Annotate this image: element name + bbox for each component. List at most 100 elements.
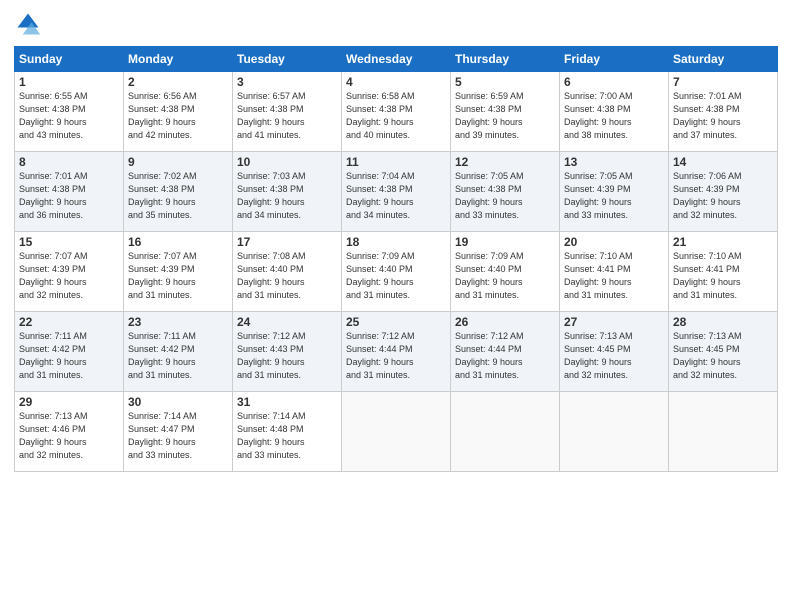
day-number: 4 (346, 75, 446, 89)
weekday-header-wednesday: Wednesday (342, 47, 451, 72)
daylight-line2: and 32 minutes. (673, 369, 773, 382)
sunrise-text: Sunrise: 7:05 AM (564, 170, 664, 183)
daylight-line1: Daylight: 9 hours (237, 116, 337, 129)
daylight-line2: and 33 minutes. (564, 209, 664, 222)
day-info: Sunrise: 7:13 AMSunset: 4:45 PMDaylight:… (564, 330, 664, 382)
daylight-line1: Daylight: 9 hours (237, 196, 337, 209)
sunset-text: Sunset: 4:38 PM (237, 183, 337, 196)
day-number: 16 (128, 235, 228, 249)
sunset-text: Sunset: 4:38 PM (673, 103, 773, 116)
daylight-line2: and 31 minutes. (128, 289, 228, 302)
day-number: 12 (455, 155, 555, 169)
calendar-cell: 22Sunrise: 7:11 AMSunset: 4:42 PMDayligh… (15, 312, 124, 392)
daylight-line1: Daylight: 9 hours (19, 116, 119, 129)
daylight-line1: Daylight: 9 hours (128, 436, 228, 449)
day-number: 31 (237, 395, 337, 409)
calendar-cell (560, 392, 669, 472)
day-info: Sunrise: 7:10 AMSunset: 4:41 PMDaylight:… (564, 250, 664, 302)
sunset-text: Sunset: 4:41 PM (564, 263, 664, 276)
sunset-text: Sunset: 4:44 PM (346, 343, 446, 356)
sunset-text: Sunset: 4:38 PM (346, 103, 446, 116)
day-info: Sunrise: 7:00 AMSunset: 4:38 PMDaylight:… (564, 90, 664, 142)
sunset-text: Sunset: 4:38 PM (128, 183, 228, 196)
daylight-line1: Daylight: 9 hours (346, 276, 446, 289)
calendar-cell: 4Sunrise: 6:58 AMSunset: 4:38 PMDaylight… (342, 72, 451, 152)
day-number: 26 (455, 315, 555, 329)
calendar-week-5: 29Sunrise: 7:13 AMSunset: 4:46 PMDayligh… (15, 392, 778, 472)
calendar-cell (669, 392, 778, 472)
calendar-cell: 27Sunrise: 7:13 AMSunset: 4:45 PMDayligh… (560, 312, 669, 392)
daylight-line1: Daylight: 9 hours (455, 116, 555, 129)
daylight-line1: Daylight: 9 hours (19, 436, 119, 449)
day-number: 11 (346, 155, 446, 169)
calendar-cell: 15Sunrise: 7:07 AMSunset: 4:39 PMDayligh… (15, 232, 124, 312)
sunrise-text: Sunrise: 7:10 AM (673, 250, 773, 263)
day-number: 1 (19, 75, 119, 89)
daylight-line1: Daylight: 9 hours (237, 436, 337, 449)
sunrise-text: Sunrise: 7:09 AM (455, 250, 555, 263)
day-info: Sunrise: 6:55 AMSunset: 4:38 PMDaylight:… (19, 90, 119, 142)
day-info: Sunrise: 7:05 AMSunset: 4:38 PMDaylight:… (455, 170, 555, 222)
calendar-cell: 30Sunrise: 7:14 AMSunset: 4:47 PMDayligh… (124, 392, 233, 472)
sunset-text: Sunset: 4:39 PM (673, 183, 773, 196)
sunrise-text: Sunrise: 7:13 AM (564, 330, 664, 343)
calendar-body: 1Sunrise: 6:55 AMSunset: 4:38 PMDaylight… (15, 72, 778, 472)
daylight-line2: and 32 minutes. (19, 449, 119, 462)
page: SundayMondayTuesdayWednesdayThursdayFrid… (0, 0, 792, 612)
sunrise-text: Sunrise: 6:59 AM (455, 90, 555, 103)
weekday-header-monday: Monday (124, 47, 233, 72)
day-number: 17 (237, 235, 337, 249)
daylight-line1: Daylight: 9 hours (673, 116, 773, 129)
day-info: Sunrise: 7:14 AMSunset: 4:47 PMDaylight:… (128, 410, 228, 462)
sunrise-text: Sunrise: 7:09 AM (346, 250, 446, 263)
calendar-table: SundayMondayTuesdayWednesdayThursdayFrid… (14, 46, 778, 472)
calendar-cell: 16Sunrise: 7:07 AMSunset: 4:39 PMDayligh… (124, 232, 233, 312)
sunset-text: Sunset: 4:38 PM (564, 103, 664, 116)
day-number: 5 (455, 75, 555, 89)
day-info: Sunrise: 7:11 AMSunset: 4:42 PMDaylight:… (19, 330, 119, 382)
daylight-line2: and 38 minutes. (564, 129, 664, 142)
day-number: 2 (128, 75, 228, 89)
daylight-line1: Daylight: 9 hours (346, 356, 446, 369)
sunrise-text: Sunrise: 6:55 AM (19, 90, 119, 103)
day-info: Sunrise: 7:01 AMSunset: 4:38 PMDaylight:… (19, 170, 119, 222)
sunset-text: Sunset: 4:38 PM (19, 183, 119, 196)
daylight-line2: and 32 minutes. (564, 369, 664, 382)
daylight-line1: Daylight: 9 hours (564, 356, 664, 369)
daylight-line2: and 43 minutes. (19, 129, 119, 142)
day-number: 6 (564, 75, 664, 89)
daylight-line2: and 34 minutes. (346, 209, 446, 222)
daylight-line2: and 37 minutes. (673, 129, 773, 142)
daylight-line2: and 33 minutes. (455, 209, 555, 222)
sunset-text: Sunset: 4:48 PM (237, 423, 337, 436)
calendar-cell: 5Sunrise: 6:59 AMSunset: 4:38 PMDaylight… (451, 72, 560, 152)
daylight-line1: Daylight: 9 hours (128, 276, 228, 289)
day-info: Sunrise: 6:59 AMSunset: 4:38 PMDaylight:… (455, 90, 555, 142)
day-number: 7 (673, 75, 773, 89)
sunrise-text: Sunrise: 7:05 AM (455, 170, 555, 183)
sunrise-text: Sunrise: 7:14 AM (237, 410, 337, 423)
day-number: 21 (673, 235, 773, 249)
daylight-line2: and 31 minutes. (346, 289, 446, 302)
daylight-line2: and 42 minutes. (128, 129, 228, 142)
day-info: Sunrise: 7:13 AMSunset: 4:46 PMDaylight:… (19, 410, 119, 462)
day-info: Sunrise: 7:12 AMSunset: 4:44 PMDaylight:… (455, 330, 555, 382)
logo-icon (14, 10, 42, 38)
calendar-cell: 12Sunrise: 7:05 AMSunset: 4:38 PMDayligh… (451, 152, 560, 232)
sunrise-text: Sunrise: 7:07 AM (128, 250, 228, 263)
day-info: Sunrise: 7:09 AMSunset: 4:40 PMDaylight:… (346, 250, 446, 302)
weekday-header-friday: Friday (560, 47, 669, 72)
sunrise-text: Sunrise: 7:07 AM (19, 250, 119, 263)
sunset-text: Sunset: 4:39 PM (128, 263, 228, 276)
day-number: 24 (237, 315, 337, 329)
calendar-cell: 9Sunrise: 7:02 AMSunset: 4:38 PMDaylight… (124, 152, 233, 232)
calendar-header: SundayMondayTuesdayWednesdayThursdayFrid… (15, 47, 778, 72)
daylight-line2: and 33 minutes. (237, 449, 337, 462)
calendar-cell: 31Sunrise: 7:14 AMSunset: 4:48 PMDayligh… (233, 392, 342, 472)
daylight-line2: and 31 minutes. (19, 369, 119, 382)
sunrise-text: Sunrise: 6:58 AM (346, 90, 446, 103)
daylight-line1: Daylight: 9 hours (346, 196, 446, 209)
daylight-line1: Daylight: 9 hours (564, 116, 664, 129)
day-number: 27 (564, 315, 664, 329)
weekday-header-saturday: Saturday (669, 47, 778, 72)
